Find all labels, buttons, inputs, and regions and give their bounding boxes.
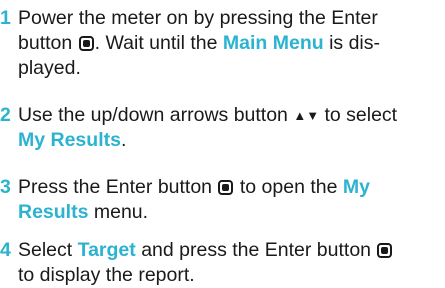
enter-button-icon — [78, 36, 94, 51]
step-number: 4 — [0, 239, 11, 261]
step-text: Use the up/down arrows button ▲▼ to sele… — [18, 103, 445, 153]
step-line: to display the report. — [18, 264, 195, 286]
step-line: Press the Enter button to open the My — [18, 176, 370, 198]
step-text: Select Target and press the Enter button… — [18, 238, 445, 288]
step-number: 3 — [0, 176, 11, 198]
step-line: played. — [18, 57, 81, 79]
enter-button-icon — [218, 180, 234, 195]
step-line: My Results. — [18, 129, 127, 151]
step-line: Results menu. — [18, 201, 149, 223]
menu-name-highlight: Results — [18, 201, 89, 223]
menu-name-highlight: Main Menu — [222, 32, 324, 54]
instruction-steps: 1 Power the meter on by pressing the Ent… — [0, 0, 445, 287]
menu-name-highlight: Target — [77, 239, 136, 261]
up-down-arrows-icon: ▲▼ — [293, 108, 320, 123]
step-line: Use the up/down arrows button ▲▼ to sele… — [18, 104, 398, 126]
menu-name-highlight: My Results — [18, 129, 121, 151]
step-text: Power the meter on by pressing the Enter… — [18, 6, 445, 81]
step-text: Press the Enter button to open the My Re… — [18, 175, 445, 225]
step-number: 2 — [0, 104, 11, 126]
enter-button-icon — [377, 243, 393, 258]
step-line: Power the meter on by pressing the Enter — [18, 7, 378, 29]
step-line: Select Target and press the Enter button — [18, 238, 445, 263]
step-line: button . Wait until the Main Menu is dis… — [18, 32, 380, 54]
step-number: 1 — [0, 7, 11, 29]
menu-name-highlight: My — [342, 176, 370, 198]
